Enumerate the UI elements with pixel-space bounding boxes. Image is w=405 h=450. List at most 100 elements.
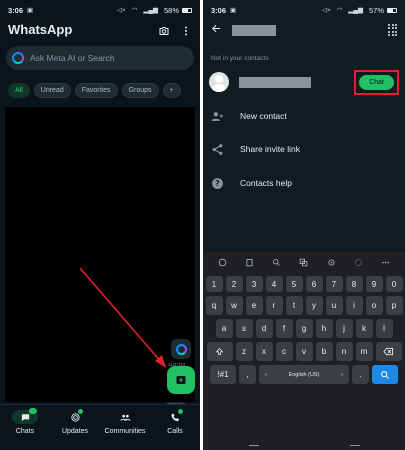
- nav-calls-label: Calls: [167, 428, 183, 435]
- chip-all[interactable]: All: [8, 83, 30, 98]
- key-c[interactable]: c: [275, 342, 293, 361]
- chip-add[interactable]: +: [162, 83, 181, 98]
- search-icon: [381, 370, 389, 379]
- key-6[interactable]: 6: [305, 276, 323, 292]
- letter-row-2: a s d f g h j k l: [203, 319, 405, 338]
- key-o[interactable]: o: [365, 296, 383, 315]
- filter-chips: All Unread Favorites Groups +: [8, 83, 181, 98]
- chip-favorites[interactable]: Favorites: [74, 83, 118, 98]
- signal-icon: ▂▄▆: [143, 7, 158, 14]
- key-f[interactable]: f: [275, 319, 293, 338]
- key-9[interactable]: 9: [365, 276, 383, 292]
- key-5[interactable]: 5: [285, 276, 303, 292]
- keyboard-nav-bar: [203, 440, 405, 450]
- chip-unread[interactable]: Unread: [33, 83, 71, 98]
- period-key[interactable]: .: [352, 365, 369, 384]
- notification-icon: ▣: [230, 7, 237, 14]
- keyboard-hide-icon[interactable]: [248, 444, 259, 446]
- space-key[interactable]: ‹ English (US) ›: [259, 365, 349, 384]
- key-h[interactable]: h: [315, 319, 333, 338]
- key-4[interactable]: 4: [265, 276, 283, 292]
- add-person-icon: [211, 111, 223, 121]
- back-arrow-icon[interactable]: [211, 21, 222, 39]
- translate-icon[interactable]: [299, 258, 308, 267]
- search-icon[interactable]: [272, 258, 281, 267]
- clipboard-icon[interactable]: [245, 258, 254, 267]
- symbols-key[interactable]: !#1: [210, 365, 236, 384]
- letter-row-3: z x c v b n m: [203, 342, 405, 361]
- key-3[interactable]: 3: [245, 276, 263, 292]
- camera-icon[interactable]: [158, 24, 170, 42]
- header: [203, 20, 405, 40]
- chats-icon: [12, 408, 38, 424]
- keyboard-switch-icon[interactable]: [349, 444, 360, 446]
- key-x[interactable]: x: [255, 342, 273, 361]
- section-label: Not in your contacts: [211, 55, 269, 62]
- key-q[interactable]: q: [205, 296, 223, 315]
- key-2[interactable]: 2: [225, 276, 243, 292]
- key-8[interactable]: 8: [345, 276, 363, 292]
- chat-list-redacted: [5, 107, 195, 402]
- key-j[interactable]: j: [335, 319, 353, 338]
- disabled-icon: [354, 258, 362, 266]
- key-r[interactable]: r: [265, 296, 283, 315]
- menu-share-invite[interactable]: Share invite link: [211, 141, 397, 157]
- key-1[interactable]: 1: [205, 276, 223, 292]
- menu-contacts-help[interactable]: ? Contacts help: [211, 175, 397, 191]
- key-7[interactable]: 7: [325, 276, 343, 292]
- notification-icon: ▣: [27, 7, 34, 14]
- key-w[interactable]: w: [225, 296, 243, 315]
- nav-updates[interactable]: Updates: [50, 405, 100, 450]
- bottom-navigation: Chats Updates Communities Calls: [0, 404, 200, 450]
- key-l[interactable]: l: [375, 319, 393, 338]
- key-y[interactable]: y: [305, 296, 323, 315]
- key-z[interactable]: z: [235, 342, 253, 361]
- number-row: 1 2 3 4 5 6 7 8 9 0: [203, 276, 405, 292]
- key-i[interactable]: i: [345, 296, 363, 315]
- wifi-icon: ◠: [131, 7, 138, 14]
- wifi-icon: ◠: [336, 7, 343, 14]
- key-t[interactable]: t: [285, 296, 303, 315]
- meta-ai-button[interactable]: [171, 339, 191, 359]
- key-d[interactable]: d: [255, 319, 273, 338]
- key-e[interactable]: e: [245, 296, 263, 315]
- menu-new-contact[interactable]: New contact: [211, 108, 397, 124]
- key-b[interactable]: b: [315, 342, 333, 361]
- comma-key[interactable]: ,: [239, 365, 256, 384]
- emoji-icon[interactable]: [218, 258, 227, 267]
- updates-dot: [78, 409, 83, 414]
- settings-icon[interactable]: [327, 258, 336, 267]
- backspace-key[interactable]: [375, 342, 402, 361]
- key-n[interactable]: n: [335, 342, 353, 361]
- contact-row[interactable]: Chat: [209, 69, 399, 95]
- meta-ai-icon: [12, 52, 24, 64]
- search-key[interactable]: [372, 365, 398, 384]
- key-a[interactable]: a: [215, 319, 233, 338]
- shift-icon: [215, 347, 224, 355]
- battery-icon: [182, 7, 192, 13]
- keyboard: 1 2 3 4 5 6 7 8 9 0 q w e r t y u i o p …: [203, 252, 405, 450]
- shift-key[interactable]: [206, 342, 233, 361]
- more-options-icon[interactable]: [180, 24, 192, 42]
- key-m[interactable]: m: [355, 342, 373, 361]
- menu-new-contact-label: New contact: [240, 111, 287, 121]
- dialpad-icon[interactable]: [388, 23, 397, 37]
- key-0[interactable]: 0: [385, 276, 403, 292]
- nav-communities[interactable]: Communities: [100, 405, 150, 450]
- nav-communities-label: Communities: [104, 428, 146, 435]
- more-options-icon[interactable]: [381, 258, 390, 267]
- new-chat-button[interactable]: [167, 366, 195, 394]
- key-p[interactable]: p: [385, 296, 403, 315]
- redacted-contact: [239, 76, 311, 88]
- chat-button[interactable]: Chat: [359, 74, 394, 90]
- key-g[interactable]: g: [295, 319, 313, 338]
- nav-calls[interactable]: Calls: [150, 405, 200, 450]
- key-u[interactable]: u: [325, 296, 343, 315]
- chats-screen: 3:06 ▣ ◁× ◠ ▂▄▆ 58% WhatsApp Ask Meta AI…: [0, 0, 200, 450]
- key-s[interactable]: s: [235, 319, 253, 338]
- search-bar[interactable]: Ask Meta AI or Search: [6, 46, 194, 70]
- key-v[interactable]: v: [295, 342, 313, 361]
- key-k[interactable]: k: [355, 319, 373, 338]
- chip-groups[interactable]: Groups: [121, 83, 159, 98]
- nav-chats[interactable]: Chats: [0, 405, 50, 450]
